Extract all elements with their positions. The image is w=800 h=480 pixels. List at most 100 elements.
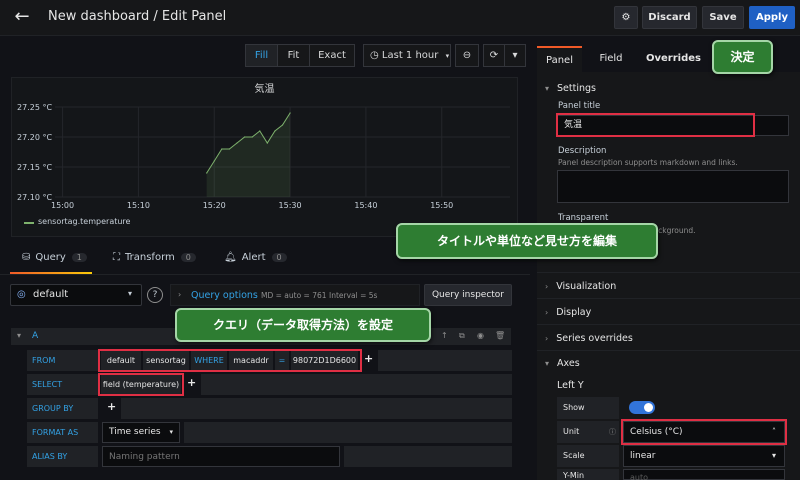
tab-alert-count: 0 — [271, 253, 287, 262]
x-tick-label: 15:30 — [279, 201, 302, 210]
interval-value: Interval = 5s — [329, 291, 378, 300]
from-policy[interactable]: default — [101, 351, 141, 370]
where-operator[interactable]: = — [275, 351, 289, 370]
x-tick-label: 15:00 — [51, 201, 74, 210]
collapse-chevron-icon[interactable]: ▾ — [17, 331, 21, 340]
group-by-label: GROUP BY — [27, 398, 98, 419]
apply-button[interactable]: Apply — [749, 6, 795, 29]
discard-button[interactable]: Discard — [642, 6, 697, 29]
y-min-label: Y-Min — [557, 469, 619, 480]
alias-by-input[interactable] — [102, 446, 340, 467]
panel-title-highlight — [556, 113, 755, 137]
save-button[interactable]: Save — [702, 6, 744, 29]
chevron-right-icon: › — [178, 290, 182, 299]
gear-icon: ⚙ — [621, 12, 631, 23]
unit-highlight — [621, 419, 787, 445]
data-point — [274, 130, 276, 132]
display-section-header[interactable]: › Display — [545, 307, 591, 318]
eye-icon[interactable]: ◉ — [477, 331, 484, 340]
add-where-button[interactable]: + — [364, 352, 373, 365]
tabs-divider — [0, 274, 530, 275]
tab-field[interactable]: Field — [590, 46, 632, 72]
y-tick-label: 27.15 °C — [17, 163, 52, 172]
divider — [537, 350, 800, 351]
chevron-right-icon: › — [545, 334, 549, 343]
x-tick-label: 15:50 — [430, 201, 453, 210]
display-heading: Display — [556, 307, 592, 318]
info-icon: ⓘ — [609, 428, 616, 436]
add-group-by-button[interactable]: + — [107, 400, 116, 413]
database-icon: ⛁ — [22, 252, 31, 263]
chevron-down-icon: ▾ — [128, 289, 133, 298]
chevron-down-icon: ▾ — [545, 359, 550, 368]
axes-heading: Axes — [557, 358, 580, 369]
from-row-fill — [378, 350, 512, 371]
move-up-icon[interactable]: ↑ — [441, 331, 448, 340]
data-point — [289, 112, 291, 114]
query-options-bar[interactable]: › Query options MD = auto = 761 Interval… — [170, 284, 420, 306]
data-point — [206, 172, 208, 174]
divider — [537, 324, 800, 325]
show-toggle[interactable] — [629, 401, 655, 414]
divider — [537, 272, 800, 273]
copy-icon[interactable]: ⧉ — [459, 331, 465, 341]
panel-title-label: Panel title — [558, 101, 601, 111]
tab-query-count: 1 — [71, 253, 87, 262]
scale-select[interactable]: linear ▾ — [623, 445, 785, 467]
max-data-points: MD = auto = 761 — [261, 291, 327, 300]
data-point — [259, 130, 261, 132]
chevron-right-icon: › — [545, 282, 549, 291]
tab-transform-label: Transform — [125, 252, 175, 263]
y-tick-label: 27.25 °C — [17, 103, 52, 112]
from-measurement[interactable]: sensortag — [143, 351, 189, 370]
query-inspector-button[interactable]: Query inspector — [424, 284, 512, 306]
series-overrides-section-header[interactable]: › Series overrides — [545, 333, 633, 344]
legend-label[interactable]: sensortag.temperature — [38, 217, 130, 226]
tab-query[interactable]: ⛁ Query 1 — [22, 252, 87, 272]
help-icon[interactable]: ? — [147, 287, 163, 303]
query-ref-id: A — [32, 331, 39, 341]
y-tick-label: 27.20 °C — [17, 133, 52, 142]
y-min-input[interactable]: auto — [623, 469, 785, 480]
tab-overrides[interactable]: Overrides — [646, 46, 701, 72]
visualization-section-header[interactable]: › Visualization — [545, 281, 616, 292]
data-point — [281, 124, 284, 126]
chevron-right-icon: › — [545, 308, 549, 317]
x-tick-label: 15:20 — [203, 201, 226, 210]
where-value[interactable]: 98072D1D6600 — [291, 351, 358, 370]
axes-section-header[interactable]: ▾ Axes — [545, 358, 580, 369]
settings-gear-button[interactable]: ⚙ — [614, 6, 638, 29]
scale-label: Scale — [557, 445, 619, 467]
legend-swatch — [24, 222, 34, 224]
chevron-down-icon: ▾ — [771, 451, 776, 460]
select-field[interactable]: field (temperature) — [101, 375, 181, 394]
tab-query-label: Query — [35, 252, 66, 263]
settings-callout: タイトルや単位など見せ方を編集 — [396, 223, 658, 259]
description-help: Panel description supports markdown and … — [558, 158, 738, 167]
data-point — [236, 142, 238, 144]
settings-section-header[interactable]: ▾ Settings — [545, 83, 596, 94]
alias-row-fill — [344, 446, 512, 467]
divider — [537, 298, 800, 299]
data-point — [251, 136, 253, 138]
datasource-icon: ◎ — [17, 289, 26, 300]
add-select-button[interactable]: + — [187, 376, 196, 389]
chevron-down-icon: ▾ — [169, 428, 173, 436]
tab-panel[interactable]: Panel — [537, 46, 582, 72]
tab-alert[interactable]: 🔔︎ Alert 0 — [224, 252, 287, 272]
x-tick-label: 15:40 — [354, 201, 377, 210]
data-point — [221, 148, 223, 150]
data-point — [213, 160, 215, 162]
visualization-heading: Visualization — [556, 281, 617, 292]
query-callout: クエリ（データ取得方法）を設定 — [175, 308, 431, 342]
trash-icon[interactable]: 🗑︎ — [495, 331, 505, 340]
where-key[interactable]: macaddr — [229, 351, 273, 370]
where-keyword: WHERE — [191, 351, 227, 370]
description-label: Description — [558, 146, 607, 156]
format-as-value: Time series — [109, 427, 161, 437]
format-as-select[interactable]: Time series ▾ — [102, 422, 180, 443]
datasource-picker[interactable]: ◎ default ▾ — [10, 284, 142, 306]
description-textarea[interactable] — [557, 170, 789, 203]
tab-transform[interactable]: ⛶ Transform 0 — [113, 252, 196, 272]
query-options-label: Query options — [191, 290, 258, 301]
